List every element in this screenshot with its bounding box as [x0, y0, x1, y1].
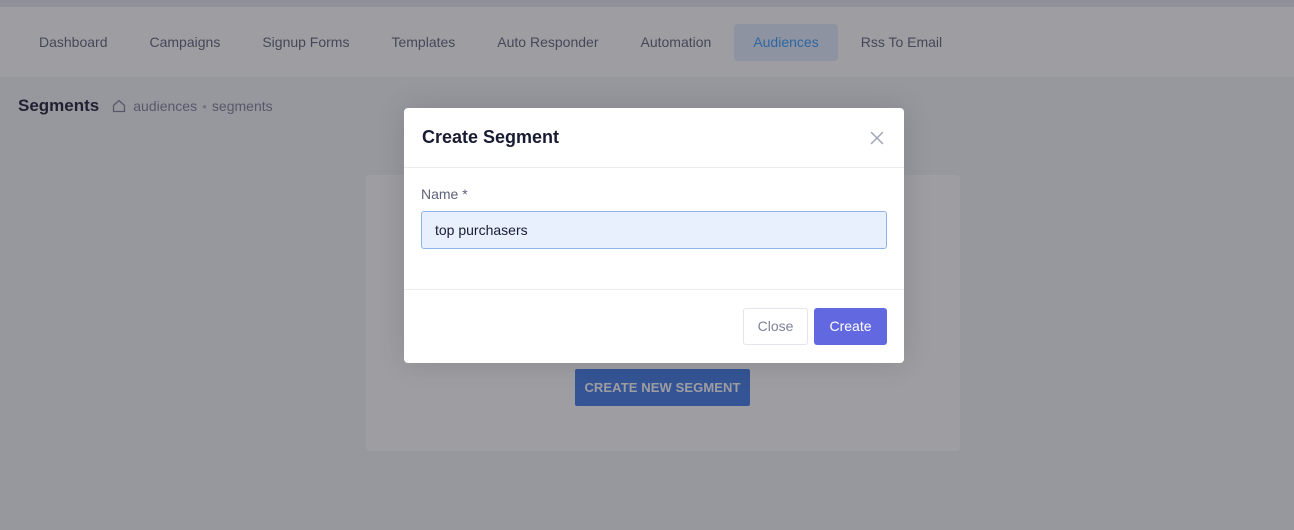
- segment-name-input[interactable]: [421, 211, 887, 249]
- name-field-label: Name *: [421, 186, 468, 202]
- create-button[interactable]: Create: [814, 307, 887, 345]
- modal-body: Name *: [404, 168, 904, 290]
- close-icon[interactable]: [868, 129, 886, 147]
- create-segment-modal: Create Segment Name * Close Create: [404, 108, 904, 363]
- close-button[interactable]: Close: [743, 307, 808, 345]
- modal-footer: Close Create: [404, 290, 904, 362]
- modal-header: Create Segment: [404, 108, 904, 168]
- modal-title: Create Segment: [422, 127, 560, 147]
